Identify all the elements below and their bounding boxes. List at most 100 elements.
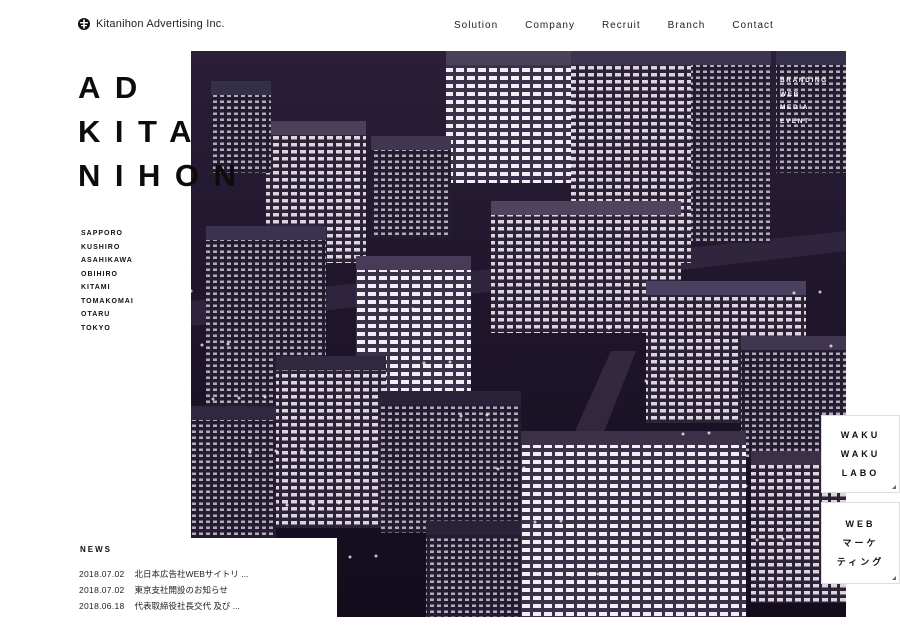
street-light — [607, 326, 611, 330]
building-roof — [646, 281, 806, 295]
street-light — [211, 397, 215, 401]
nav-company[interactable]: Company — [525, 20, 575, 31]
service-media: MEDIA — [780, 104, 809, 111]
nav-contact[interactable]: Contact — [732, 20, 773, 31]
news-item[interactable]: 2018.06.18 代表取締役社長交代 及び ... — [79, 598, 248, 614]
city-item: TOMAKOMAI — [81, 297, 134, 305]
title-line-kita: KITA — [78, 114, 207, 149]
street-light — [792, 291, 796, 295]
kitanihon-logo-icon — [78, 18, 90, 30]
street-light — [755, 538, 759, 542]
news-heading: NEWS — [80, 545, 112, 554]
building-roof — [691, 51, 771, 65]
building-roof — [381, 391, 521, 405]
building-roof — [266, 121, 366, 135]
street-light — [718, 485, 722, 489]
nav-branch[interactable]: Branch — [668, 20, 706, 31]
street-light — [596, 572, 600, 576]
street-light — [744, 484, 748, 488]
street-light — [448, 360, 452, 364]
street-light — [829, 344, 833, 348]
news-date: 2018.07.02 — [79, 585, 125, 595]
street-light — [348, 555, 352, 559]
building-roof — [491, 201, 681, 215]
street-light — [263, 395, 267, 399]
city-item: KUSHIRO — [81, 243, 121, 251]
street-light — [818, 290, 822, 294]
street-light — [681, 432, 685, 436]
building-roof — [446, 51, 571, 65]
web-marketing-button[interactable]: WEB マーケ ティング — [821, 502, 900, 584]
box-line: LABO — [841, 467, 880, 478]
building-facade — [276, 368, 386, 528]
street-light — [200, 343, 204, 347]
street-light — [633, 325, 637, 329]
city-item: ASAHIKAWA — [81, 257, 133, 264]
building-facade — [691, 63, 771, 243]
city-illustration — [191, 51, 846, 617]
box-line: WAKU — [840, 429, 881, 440]
street-light — [707, 431, 711, 435]
news-item[interactable]: 2018.07.02 東京支社開設のお知らせ — [79, 582, 248, 598]
building-roof — [191, 406, 276, 420]
building-roof — [276, 356, 386, 370]
building-facade — [371, 148, 451, 238]
street-light — [781, 537, 785, 541]
news-text: 東京支社開設のお知らせ — [134, 585, 228, 595]
services-list: BRANDING WEB MEDIA EVENT — [780, 74, 828, 128]
street-light — [522, 466, 526, 470]
street-light — [237, 396, 241, 400]
street-light — [311, 502, 315, 506]
news-date: 2018.07.02 — [79, 569, 125, 579]
city-item: OTARU — [81, 311, 111, 318]
building-roof — [776, 51, 846, 65]
street-light — [385, 308, 389, 312]
company-logo[interactable]: Kitanihon Advertising Inc. — [78, 18, 225, 30]
building-roof — [371, 136, 451, 150]
street-light — [496, 467, 500, 471]
box-line: WAKU — [840, 448, 881, 459]
street-light — [533, 520, 537, 524]
building-roof — [521, 431, 746, 445]
service-event: EVENT — [780, 117, 810, 125]
street-light — [300, 448, 304, 452]
news-text: 北日本広告社WEBサイトリ ... — [134, 569, 249, 579]
building-roof — [426, 521, 521, 535]
news-item[interactable]: 2018.07.02 北日本広告社WEBサイトリ ... — [79, 566, 248, 582]
title-line-nihon: NIHON — [78, 158, 251, 193]
box-line: WEB — [845, 518, 876, 529]
hero-title: AD KITA NIHON — [78, 66, 250, 198]
street-light — [570, 573, 574, 577]
logo-text: Kitanihon Advertising Inc. — [96, 18, 225, 30]
box-line: ティング — [836, 556, 885, 567]
waku-waku-labo-button[interactable]: WAKU WAKU LABO — [821, 415, 900, 493]
box-line: マーケ — [842, 537, 879, 548]
street-light — [285, 503, 289, 507]
street-light — [274, 449, 278, 453]
city-item: KITAMI — [81, 284, 111, 291]
street-light — [459, 414, 463, 418]
building-roof — [356, 256, 471, 270]
street-light — [644, 379, 648, 383]
city-item: SAPPORO — [81, 230, 124, 237]
street-light — [374, 554, 378, 558]
building-facade — [381, 403, 521, 533]
news-date: 2018.06.18 — [79, 601, 125, 611]
street-light — [485, 413, 489, 417]
service-branding: BRANDING — [780, 77, 828, 84]
street-light — [226, 342, 230, 346]
news-list: 2018.07.02 北日本広告社WEBサイトリ ... 2018.07.02 … — [79, 566, 248, 614]
city-item: TOKYO — [81, 324, 111, 332]
city-item: OBIHIRO — [81, 270, 118, 278]
nav-solution[interactable]: Solution — [454, 20, 498, 31]
street-light — [670, 378, 674, 382]
building-facade — [426, 533, 521, 617]
corner-arrow-icon — [892, 485, 896, 489]
street-light — [422, 361, 426, 365]
nav-recruit[interactable]: Recruit — [602, 20, 641, 31]
news-text: 代表取締役社長交代 及び ... — [134, 601, 240, 611]
service-web: WEB — [780, 90, 800, 98]
street-light — [248, 450, 252, 454]
hero-city-image — [191, 51, 846, 617]
building-facade — [521, 443, 746, 617]
